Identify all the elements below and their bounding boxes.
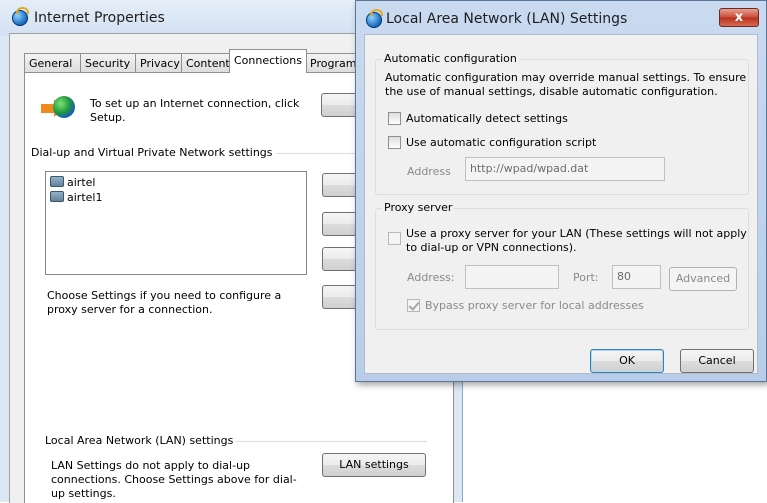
proxy-address-field[interactable] (465, 265, 559, 289)
close-icon: x (734, 10, 744, 25)
setup-connection-icon (41, 96, 75, 122)
dialup-connection-icon (50, 191, 64, 202)
setup-text: To set up an Internet connection, click … (90, 97, 300, 124)
connections-list[interactable]: airtel airtel1 (45, 171, 307, 275)
dialog-title: Local Area Network (LAN) Settings (386, 11, 628, 27)
tab-general[interactable]: General (24, 53, 82, 73)
checkmark-icon (408, 299, 420, 311)
tab-security[interactable]: Security (80, 53, 138, 73)
script-address-label: Address (407, 165, 451, 178)
auto-detect-label[interactable]: Automatically detect settings (406, 112, 568, 126)
port-field[interactable]: 80 (612, 265, 661, 289)
cancel-button[interactable]: Cancel (680, 349, 754, 373)
lan-group-heading: Local Area Network (LAN) settings (45, 434, 427, 448)
window-title: Internet Properties (34, 10, 165, 26)
internet-options-icon (12, 7, 29, 26)
use-proxy-label[interactable]: Use a proxy server for your LAN (These s… (406, 227, 752, 255)
proxy-server-legend: Proxy server (382, 201, 455, 215)
dialog-client-area: Automatic configuration Automatic config… (364, 34, 758, 374)
script-address-field[interactable]: http://wpad/wpad.dat (465, 157, 665, 181)
port-label: Port: (573, 271, 599, 284)
lan-settings-button[interactable]: LAN settings (322, 453, 426, 477)
tab-content[interactable]: Content (181, 53, 233, 73)
lan-settings-dialog: Local Area Network (LAN) Settings x Auto… (355, 0, 767, 382)
internet-options-icon (366, 9, 383, 28)
bypass-local-label[interactable]: Bypass proxy server for local addresses (425, 299, 644, 313)
proxy-settings-text: Choose Settings if you need to configure… (47, 289, 282, 316)
proxy-address-label: Address: (407, 271, 455, 284)
close-button[interactable]: x (719, 8, 759, 27)
use-proxy-checkbox[interactable] (388, 232, 401, 245)
dialup-connection-icon (50, 176, 64, 187)
auto-detect-checkbox[interactable] (388, 112, 401, 125)
list-item[interactable]: airtel (50, 175, 95, 191)
auto-config-description: Automatic configuration may override man… (385, 71, 747, 98)
advanced-button[interactable]: Advanced (669, 267, 737, 291)
tab-connections[interactable]: Connections (229, 49, 307, 73)
auto-config-script-label[interactable]: Use automatic configuration script (406, 136, 596, 150)
auto-config-legend: Automatic configuration (382, 52, 519, 66)
bypass-local-checkbox[interactable] (407, 299, 420, 312)
list-item[interactable]: airtel1 (50, 190, 102, 206)
tab-privacy[interactable]: Privacy (135, 53, 183, 73)
ok-button[interactable]: OK (590, 349, 664, 373)
lan-settings-text: LAN Settings do not apply to dial-up con… (51, 459, 297, 500)
auto-config-script-checkbox[interactable] (388, 136, 401, 149)
